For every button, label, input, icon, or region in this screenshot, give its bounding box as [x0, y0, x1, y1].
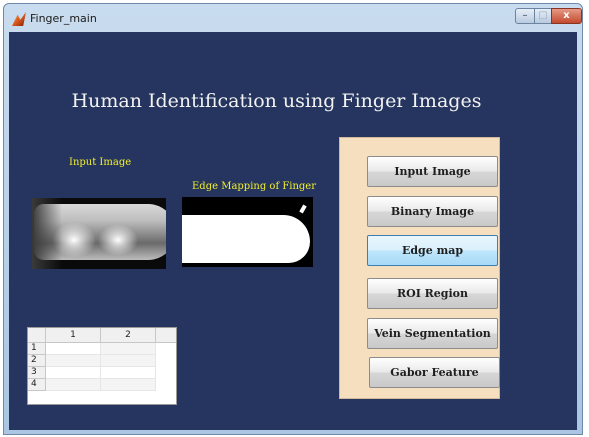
input-image-label: Input Image — [69, 157, 132, 168]
table-header-filler — [156, 328, 176, 343]
table-cell[interactable] — [46, 355, 101, 367]
binary-image-button[interactable]: Binary Image — [367, 196, 498, 227]
page-title: Human Identification using Finger Images — [71, 90, 482, 112]
table-cell[interactable] — [101, 367, 156, 379]
table-cell[interactable] — [46, 379, 101, 391]
table-column-header[interactable]: 2 — [101, 328, 156, 343]
minimize-button[interactable]: – — [515, 8, 535, 24]
roi-region-button[interactable]: ROI Region — [367, 278, 498, 309]
table-corner-header — [28, 328, 46, 343]
table-row-header[interactable]: 2 — [28, 355, 46, 367]
table-cell[interactable] — [46, 343, 101, 355]
vein-segmentation-button[interactable]: Vein Segmentation — [367, 318, 498, 349]
close-button[interactable]: x — [551, 8, 582, 24]
data-table[interactable]: 1 2 1 2 3 4 — [27, 327, 177, 405]
matlab-figure-window: Finger_main – □ x Human Identification u… — [3, 3, 583, 435]
input-image-button[interactable]: Input Image — [367, 156, 498, 187]
table-cell[interactable] — [101, 379, 156, 391]
edge-mapping-label: Edge Mapping of Finger — [192, 181, 316, 192]
title-bar[interactable]: Finger_main – □ x — [4, 4, 582, 32]
table-row-header[interactable]: 4 — [28, 379, 46, 391]
table-column-header[interactable]: 1 — [46, 328, 101, 343]
maximize-button[interactable]: □ — [534, 8, 552, 24]
table-cell[interactable] — [101, 355, 156, 367]
gabor-feature-button[interactable]: Gabor Feature — [369, 357, 500, 388]
matlab-logo-icon — [12, 12, 26, 26]
window-title: Finger_main — [30, 12, 97, 25]
edge-map-image — [182, 197, 313, 267]
actions-panel: Input Image Binary Image Edge map ROI Re… — [339, 137, 500, 399]
table-row-header[interactable]: 1 — [28, 343, 46, 355]
input-finger-image — [32, 198, 166, 269]
table-row-header[interactable]: 3 — [28, 367, 46, 379]
edge-map-button[interactable]: Edge map — [367, 235, 498, 266]
table-cell[interactable] — [46, 367, 101, 379]
table-cell[interactable] — [101, 343, 156, 355]
figure-canvas: Human Identification using Finger Images… — [9, 32, 577, 430]
